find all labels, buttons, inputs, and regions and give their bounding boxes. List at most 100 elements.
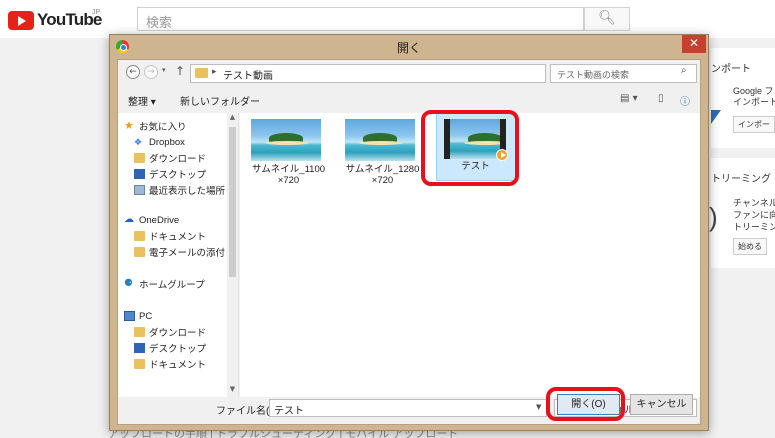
download-folder-icon [134, 153, 145, 163]
nav-item-pc-downloads[interactable]: ダウンロード [134, 325, 206, 339]
file-item-thumbnail-1100[interactable]: サムネイル_1100 ×720 [246, 113, 331, 193]
streaming-heading: トリーミング [711, 174, 771, 185]
nav-label: OneDrive [139, 214, 180, 226]
scroll-down-arrow-icon[interactable]: ▼ [227, 385, 238, 397]
cancel-button[interactable]: キャンセル [630, 394, 693, 415]
streaming-text-3: トリーミン [733, 222, 775, 232]
folder-icon [134, 359, 145, 369]
youtube-play-icon [8, 10, 34, 30]
image-thumbnail [251, 119, 321, 161]
scroll-up-arrow-icon[interactable]: ▲ [227, 113, 238, 125]
back-arrow-icon: ← [129, 67, 137, 77]
search-icon: 🔍︎ [598, 10, 616, 26]
nav-label: デスクトップ [149, 170, 207, 181]
import-accent [711, 110, 721, 124]
nav-label: 最近表示した場所 [149, 186, 226, 197]
nav-item-onedrive[interactable]: ☁ OneDrive [124, 213, 179, 227]
dialog-toolbar: 整理 ▾ 新しいフォルダー ▤ ▾ ▯ ⓘ [118, 88, 700, 112]
breadcrumb-chevron-icon: ▸ [212, 67, 217, 77]
highlight-open-button [546, 387, 625, 421]
nav-label: PC [139, 310, 153, 322]
forward-arrow-icon: → [147, 67, 155, 77]
folder-icon [134, 247, 145, 257]
file-name-line1: サムネイル_1100 [251, 164, 326, 175]
homegroup-icon: ⚈ [124, 278, 133, 289]
import-heading: ンポート [711, 64, 751, 75]
folder-icon [134, 231, 145, 241]
nav-label: Dropbox [149, 136, 185, 148]
nav-label: お気に入り [139, 122, 187, 133]
youtube-search-button[interactable]: 🔍︎ [584, 7, 630, 31]
nav-item-desktop[interactable]: デスクトップ [134, 167, 206, 181]
nav-item-homegroup[interactable]: ⚈ ホームグループ [124, 277, 205, 292]
nav-item-recent[interactable]: 最近表示した場所 [134, 183, 225, 197]
file-name-line2: ×720 [277, 175, 300, 186]
import-text-2: インポート [733, 97, 775, 107]
address-bar[interactable]: ▸ テスト動画 ∨ ↻ [190, 64, 608, 83]
up-folder-button[interactable]: ↑ [175, 64, 185, 78]
youtube-logo[interactable]: YouTube [8, 10, 102, 30]
nav-item-dropbox[interactable]: ❖ Dropbox [134, 135, 185, 149]
view-options-icon[interactable]: ▤ ▾ [620, 93, 638, 104]
highlight-test-video [421, 110, 519, 186]
nav-label: ダウンロード [149, 154, 207, 165]
recent-locations-dropdown[interactable]: ▾ [162, 66, 166, 74]
nav-item-pc-documents[interactable]: ドキュメント [134, 357, 206, 371]
file-name: サムネイル_1100 ×720 [246, 164, 331, 186]
search-icon: ⌕ [681, 65, 687, 76]
nav-label: ホームグループ [139, 280, 205, 291]
import-card: ンポート Google フ インポート インポー [711, 48, 775, 148]
help-icon[interactable]: ⓘ [680, 93, 690, 108]
nav-item-documents[interactable]: ドキュメント [134, 229, 206, 243]
recent-places-icon [134, 185, 145, 195]
breadcrumb-current-folder[interactable]: テスト動画 [223, 67, 273, 82]
desktop-icon [134, 169, 145, 179]
cloud-icon: ☁ [124, 214, 134, 225]
file-item-thumbnail-1280[interactable]: サムネイル_1280 ×720 [340, 113, 425, 193]
file-name-line2: ×720 [371, 175, 394, 186]
nav-label: 電子メールの添付 [149, 248, 226, 259]
streaming-card: トリーミング ) チャンネル ファンに向 トリーミン 始める [709, 158, 775, 268]
region-label: JP [92, 9, 101, 16]
address-row: ← → ▾ ↑ ▸ テスト動画 ∨ ↻ テスト動画の検索 ⌕ [118, 60, 700, 86]
nav-item-downloads[interactable]: ダウンロード [134, 151, 206, 165]
nav-label: ドキュメント [149, 360, 207, 371]
download-folder-icon [134, 327, 145, 337]
filename-dropdown-icon[interactable]: ▼ [536, 403, 541, 411]
nav-scrollbar[interactable]: ▲ ▼ [227, 113, 238, 397]
streaming-icon: ) [709, 202, 718, 232]
nav-label: ダウンロード [149, 328, 207, 339]
back-button[interactable]: ← [126, 65, 140, 79]
new-folder-button[interactable]: 新しいフォルダー [180, 93, 260, 108]
preview-pane-icon[interactable]: ▯ [658, 93, 664, 104]
nav-item-pc[interactable]: PC [124, 309, 152, 323]
import-button[interactable]: インポー [733, 116, 775, 133]
youtube-search-input[interactable]: 検索 [137, 7, 584, 31]
dialog-titlebar[interactable]: 開く ✕ [110, 35, 708, 59]
file-name: サムネイル_1280 ×720 [340, 164, 425, 186]
scrollbar-thumb[interactable] [229, 127, 236, 277]
streaming-start-button[interactable]: 始める [733, 238, 767, 255]
dialog-title: 開く [396, 41, 421, 55]
navigation-pane: ★ お気に入り ❖ Dropbox ダウンロード デスクトップ 最近表示した場所 ☁… [118, 113, 239, 397]
nav-item-pc-desktop[interactable]: デスクトップ [134, 341, 206, 355]
organize-menu[interactable]: 整理 ▾ [128, 93, 156, 108]
forward-button[interactable]: → [144, 65, 158, 79]
image-thumbnail [345, 119, 415, 161]
star-icon: ★ [124, 120, 134, 132]
filename-input[interactable]: テスト [269, 399, 547, 417]
screenshot-root: YouTube JP 検索 🔍︎ ンポート Google フ インポート インポ… [0, 0, 775, 438]
dialog-body: ← → ▾ ↑ ▸ テスト動画 ∨ ↻ テスト動画の検索 ⌕ 整理 ▾ 新しいフ… [117, 59, 701, 425]
nav-item-email-attachments[interactable]: 電子メールの添付 [134, 245, 225, 259]
nav-label: ドキュメント [149, 232, 207, 243]
open-file-dialog: 開く ✕ ← → ▾ ↑ ▸ テスト動画 ∨ ↻ テスト動画の検索 ⌕ [109, 34, 709, 431]
nav-label: デスクトップ [149, 344, 207, 355]
folder-search-input[interactable]: テスト動画の検索 [550, 64, 697, 83]
close-button[interactable]: ✕ [682, 35, 706, 53]
nav-item-favorites[interactable]: ★ お気に入り [124, 119, 187, 134]
resize-grip-icon[interactable]: ⋰ [697, 416, 705, 425]
desktop-icon [134, 343, 145, 353]
file-name-line1: サムネイル_1280 [345, 164, 420, 175]
dropbox-icon: ❖ [134, 137, 143, 147]
computer-icon [124, 311, 135, 321]
